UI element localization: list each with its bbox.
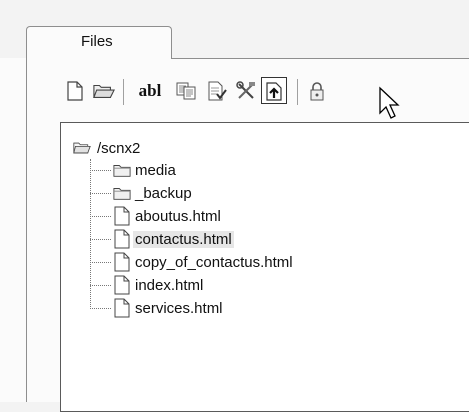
panel-border-top	[171, 58, 469, 59]
files-toolbar: abl	[60, 70, 469, 110]
tree-item-backup[interactable]: _backup	[113, 182, 192, 204]
tree-item-label: copy_of_contactus.html	[135, 253, 293, 271]
folder-icon	[113, 184, 131, 202]
tree-item-label: index.html	[135, 276, 204, 294]
tree-branch	[90, 170, 111, 171]
toolbar-separator-2	[297, 79, 298, 105]
tree-item-label: _backup	[135, 184, 192, 202]
tab-files-label: Files	[81, 33, 113, 50]
open-folder-button[interactable]	[93, 80, 115, 102]
tab-files[interactable]: Files	[26, 26, 172, 60]
rename-label: abl	[139, 81, 162, 101]
check-in-icon	[208, 81, 227, 101]
upload-icon	[266, 81, 282, 101]
toolbar-separator	[123, 79, 124, 105]
file-icon	[113, 275, 131, 295]
tree-item-services[interactable]: services.html	[113, 297, 223, 319]
tree-branch	[90, 239, 111, 240]
rename-text: abl	[138, 81, 162, 100]
tree-connector	[90, 159, 91, 309]
mouse-cursor-icon	[379, 86, 400, 119]
new-file-icon	[67, 81, 83, 101]
open-folder-icon	[93, 84, 115, 98]
lock-icon	[310, 82, 324, 101]
tree-branch	[90, 285, 111, 286]
folder-icon	[113, 161, 131, 179]
tree-item-index[interactable]: index.html	[113, 274, 203, 296]
tree-root-label: /scnx2	[97, 139, 141, 157]
copy-icon	[176, 82, 196, 100]
file-icon	[113, 298, 131, 318]
tree-item-label: media	[135, 161, 176, 179]
tree-branch	[90, 262, 111, 263]
file-icon	[113, 206, 131, 226]
lock-button[interactable]	[306, 80, 328, 102]
tree-root[interactable]: /scnx2	[73, 137, 140, 159]
tree-item-copy-of-contactus[interactable]: copy_of_contactus.html	[113, 251, 293, 273]
new-file-button[interactable]	[64, 80, 86, 102]
file-icon	[113, 229, 131, 249]
tree-item-label-selected: contactus.html	[133, 230, 234, 248]
tree-item-label: services.html	[135, 299, 223, 317]
tools-button[interactable]	[235, 80, 257, 102]
file-tree[interactable]: /scnx2 media _backup aboutus.html contac…	[60, 122, 469, 412]
panel-border-left	[26, 58, 27, 402]
check-in-button[interactable]	[206, 80, 228, 102]
tree-branch	[90, 308, 111, 309]
tree-item-label: aboutus.html	[135, 207, 221, 225]
upload-button[interactable]	[261, 77, 287, 104]
tree-item-contactus[interactable]: contactus.html	[113, 228, 234, 250]
tree-item-media[interactable]: media	[113, 159, 176, 181]
copy-button[interactable]	[175, 80, 197, 102]
tree-branch	[90, 216, 111, 217]
folder-open-icon	[73, 139, 91, 157]
file-icon	[113, 252, 131, 272]
tools-icon	[236, 81, 255, 99]
tree-branch	[90, 193, 111, 194]
tree-item-aboutus[interactable]: aboutus.html	[113, 205, 221, 227]
rename-button[interactable]: abl	[130, 80, 170, 102]
